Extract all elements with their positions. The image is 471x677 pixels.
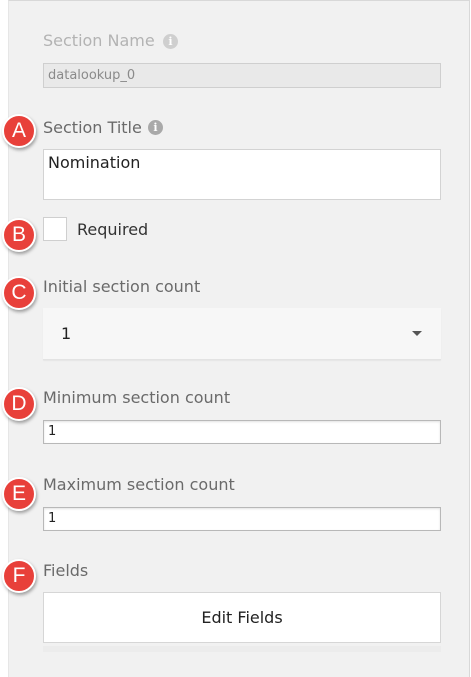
section-name-info-icon[interactable]: i <box>163 34 178 49</box>
minimum-count-input[interactable]: 1 <box>43 420 441 444</box>
section-name-field: datalookup_0 <box>43 63 441 88</box>
edit-fields-button[interactable]: Edit Fields <box>43 592 441 643</box>
annotation-marker-d: D <box>2 387 36 421</box>
maximum-count-input[interactable]: 1 <box>43 507 441 531</box>
initial-count-label: Initial section count <box>43 277 201 296</box>
maximum-count-label: Maximum section count <box>43 475 235 494</box>
section-title-info-icon[interactable]: i <box>148 120 163 135</box>
minimum-count-label: Minimum section count <box>43 388 231 407</box>
section-name-label: Section Name <box>43 31 155 50</box>
section-title-input[interactable]: Nomination <box>43 149 441 200</box>
required-checkbox[interactable] <box>43 217 67 241</box>
annotation-marker-e: E <box>2 477 36 511</box>
initial-count-value: 1 <box>61 324 72 343</box>
annotation-marker-c: C <box>2 276 36 310</box>
annotation-marker-f: F <box>2 559 36 593</box>
chevron-down-icon <box>412 331 422 336</box>
divider <box>43 646 441 652</box>
required-label[interactable]: Required <box>77 220 148 239</box>
initial-count-select[interactable]: 1 <box>43 308 441 360</box>
fields-label: Fields <box>43 561 89 580</box>
section-title-label: Section Title <box>43 118 142 137</box>
annotation-marker-b: B <box>2 218 36 252</box>
annotation-marker-a: A <box>2 114 36 148</box>
